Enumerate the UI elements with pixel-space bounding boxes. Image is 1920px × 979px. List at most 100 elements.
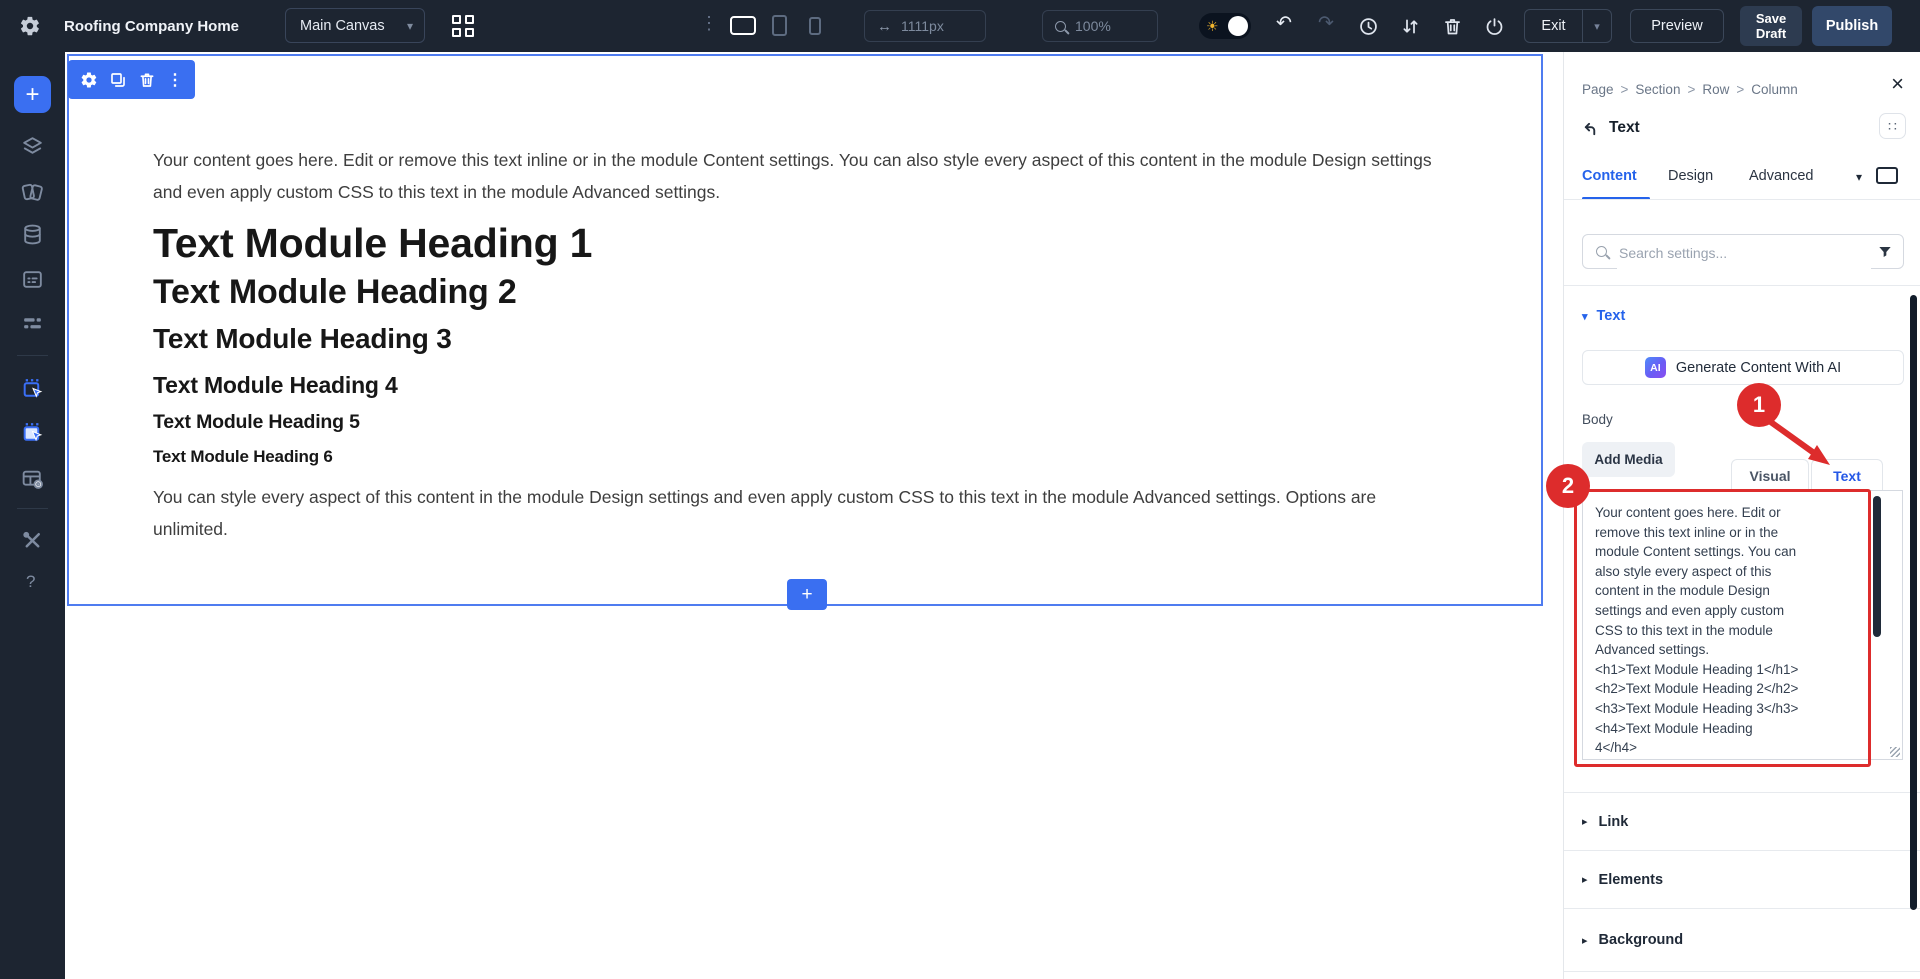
- editor-tab-text[interactable]: Text: [1811, 459, 1883, 491]
- close-panel-icon[interactable]: ×: [1891, 72, 1904, 96]
- builder-sidebar: + ?: [0, 52, 65, 979]
- tabs-divider: [1564, 199, 1920, 200]
- search-input[interactable]: [1617, 236, 1871, 269]
- more-options-icon[interactable]: ⋮: [700, 13, 718, 34]
- breadcrumb-row[interactable]: Row: [1702, 82, 1729, 97]
- textarea-line: content in the module Design: [1595, 581, 1890, 601]
- zoom-field[interactable]: 100%: [1042, 10, 1158, 42]
- breadcrumb-column[interactable]: Column: [1751, 82, 1798, 97]
- power-icon[interactable]: [1484, 16, 1505, 37]
- delete-trash-icon[interactable]: [138, 71, 156, 89]
- selected-section-canvas[interactable]: ⋮ Your content goes here. Edit or remove…: [67, 54, 1543, 606]
- add-media-button[interactable]: Add Media: [1582, 442, 1675, 477]
- textarea-scrollbar[interactable]: [1873, 496, 1881, 637]
- section-background-label: Background: [1599, 932, 1684, 948]
- triangle-right-icon: ▸: [1582, 815, 1588, 828]
- dock-panel-button[interactable]: ∷: [1879, 113, 1906, 139]
- textarea-line: <h3>Text Module Heading 3</h3>: [1595, 699, 1890, 719]
- textarea-resize-handle[interactable]: [1890, 747, 1900, 757]
- module-heading-2: Text Module Heading 2: [153, 272, 1443, 312]
- tab-design[interactable]: Design: [1668, 168, 1713, 184]
- database-icon[interactable]: [20, 222, 45, 247]
- chevron-down-icon: ▾: [407, 19, 413, 33]
- sort-arrows-icon[interactable]: [1400, 16, 1421, 37]
- sidebar-divider: [17, 508, 48, 509]
- generate-ai-label: Generate Content With AI: [1676, 360, 1841, 376]
- tabs-caret-icon[interactable]: ▾: [1856, 170, 1862, 184]
- width-arrows-icon: ↔: [877, 18, 892, 35]
- module-heading-6: Text Module Heading 6: [153, 445, 1443, 469]
- text-section-toggle[interactable]: ▾ Text: [1582, 308, 1625, 324]
- light-dark-toggle[interactable]: ☀: [1199, 13, 1251, 39]
- section-divider: [1564, 285, 1920, 286]
- breadcrumb[interactable]: Page>Section>Row>Column: [1582, 82, 1798, 97]
- module-heading-1: Text Module Heading 1: [153, 221, 1443, 265]
- add-section-button[interactable]: +: [787, 579, 827, 610]
- canvas-workspace: ⋮ Your content goes here. Edit or remove…: [65, 52, 1563, 979]
- interaction-select-icon[interactable]: [20, 376, 45, 401]
- triangle-down-icon: ▾: [1582, 310, 1588, 323]
- tools-icon[interactable]: [20, 528, 45, 553]
- section-background[interactable]: ▸ Background: [1564, 908, 1920, 972]
- layers-icon[interactable]: [20, 134, 45, 159]
- breadcrumb-section[interactable]: Section: [1635, 82, 1680, 97]
- settings-gear-icon[interactable]: [19, 15, 41, 37]
- module-toolbar: ⋮: [68, 60, 195, 99]
- breadcrumb-page[interactable]: Page: [1582, 82, 1614, 97]
- module-heading-3: Text Module Heading 3: [153, 320, 1443, 358]
- tab-content[interactable]: Content: [1582, 168, 1637, 184]
- add-module-button[interactable]: +: [14, 76, 51, 113]
- drag-handle-icon[interactable]: ⋮: [167, 70, 183, 90]
- help-icon[interactable]: ?: [26, 572, 35, 592]
- textarea-line: <h2>Text Module Heading 2</h2>: [1595, 679, 1890, 699]
- canvas-selector-dropdown[interactable]: Main Canvas ▾: [285, 8, 425, 43]
- module-paragraph-2: You can style every aspect of this conte…: [153, 481, 1443, 545]
- breadcrumb-separator: >: [1621, 82, 1629, 97]
- table-settings-icon[interactable]: [20, 467, 45, 492]
- zoom-value: 100%: [1075, 18, 1111, 34]
- undo-icon[interactable]: ↶: [1276, 13, 1292, 35]
- panel-scrollbar[interactable]: [1910, 295, 1917, 910]
- text-module-content[interactable]: Your content goes here. Edit or remove t…: [153, 144, 1443, 545]
- layout-grid-icon[interactable]: [452, 15, 475, 38]
- zoom-magnifier-icon: [1055, 21, 1066, 32]
- trash-icon[interactable]: [1442, 16, 1463, 37]
- canvas-width-field[interactable]: ↔ 1111px: [864, 10, 986, 42]
- section-elements[interactable]: ▸ Elements: [1564, 850, 1920, 908]
- filter-icon[interactable]: [1877, 244, 1893, 260]
- interaction-select-alt-icon[interactable]: [20, 420, 45, 445]
- search-icon: [1596, 246, 1607, 257]
- tablet-view-icon[interactable]: [772, 15, 787, 36]
- duplicate-icon[interactable]: [109, 71, 127, 89]
- top-toolbar: Roofing Company Home Main Canvas ▾ ⋮ ↔ 1…: [0, 0, 1920, 52]
- redo-icon[interactable]: ↷: [1318, 13, 1334, 35]
- section-link[interactable]: ▸ Link: [1564, 792, 1920, 850]
- textarea-line: also style every aspect of this: [1595, 562, 1890, 582]
- save-draft-button[interactable]: Save Draft: [1740, 6, 1802, 46]
- breadcrumb-separator: >: [1687, 82, 1695, 97]
- exit-button[interactable]: Exit ▾: [1524, 9, 1612, 43]
- publish-button[interactable]: Publish: [1812, 6, 1892, 46]
- triangle-right-icon: ▸: [1582, 934, 1588, 947]
- ai-badge-icon: AI: [1645, 357, 1666, 378]
- module-panel-icon[interactable]: [20, 267, 45, 292]
- body-textarea[interactable]: Your content goes here. Edit or remove t…: [1582, 490, 1903, 760]
- phone-view-icon[interactable]: [809, 17, 821, 35]
- swatches-icon[interactable]: [20, 179, 45, 204]
- textarea-line: Advanced settings.: [1595, 640, 1890, 660]
- triangle-right-icon: ▸: [1582, 873, 1588, 886]
- desktop-view-icon[interactable]: [730, 16, 756, 35]
- history-clock-icon[interactable]: [1358, 16, 1379, 37]
- tab-advanced[interactable]: Advanced: [1749, 168, 1814, 184]
- exit-chevron-icon[interactable]: ▾: [1582, 10, 1611, 42]
- generate-ai-button[interactable]: AI Generate Content With AI: [1582, 350, 1904, 385]
- textarea-line: remove this text inline or in the: [1595, 523, 1890, 543]
- preview-button[interactable]: Preview: [1630, 9, 1724, 43]
- rows-list-icon[interactable]: [20, 311, 45, 336]
- back-arrow-icon[interactable]: [1582, 121, 1599, 138]
- module-title: Text: [1609, 119, 1640, 137]
- canvas-width-value: 1111px: [901, 18, 944, 34]
- module-settings-gear-icon[interactable]: [80, 71, 98, 89]
- editor-tab-visual[interactable]: Visual: [1731, 459, 1809, 491]
- preview-frame-icon[interactable]: [1876, 167, 1898, 184]
